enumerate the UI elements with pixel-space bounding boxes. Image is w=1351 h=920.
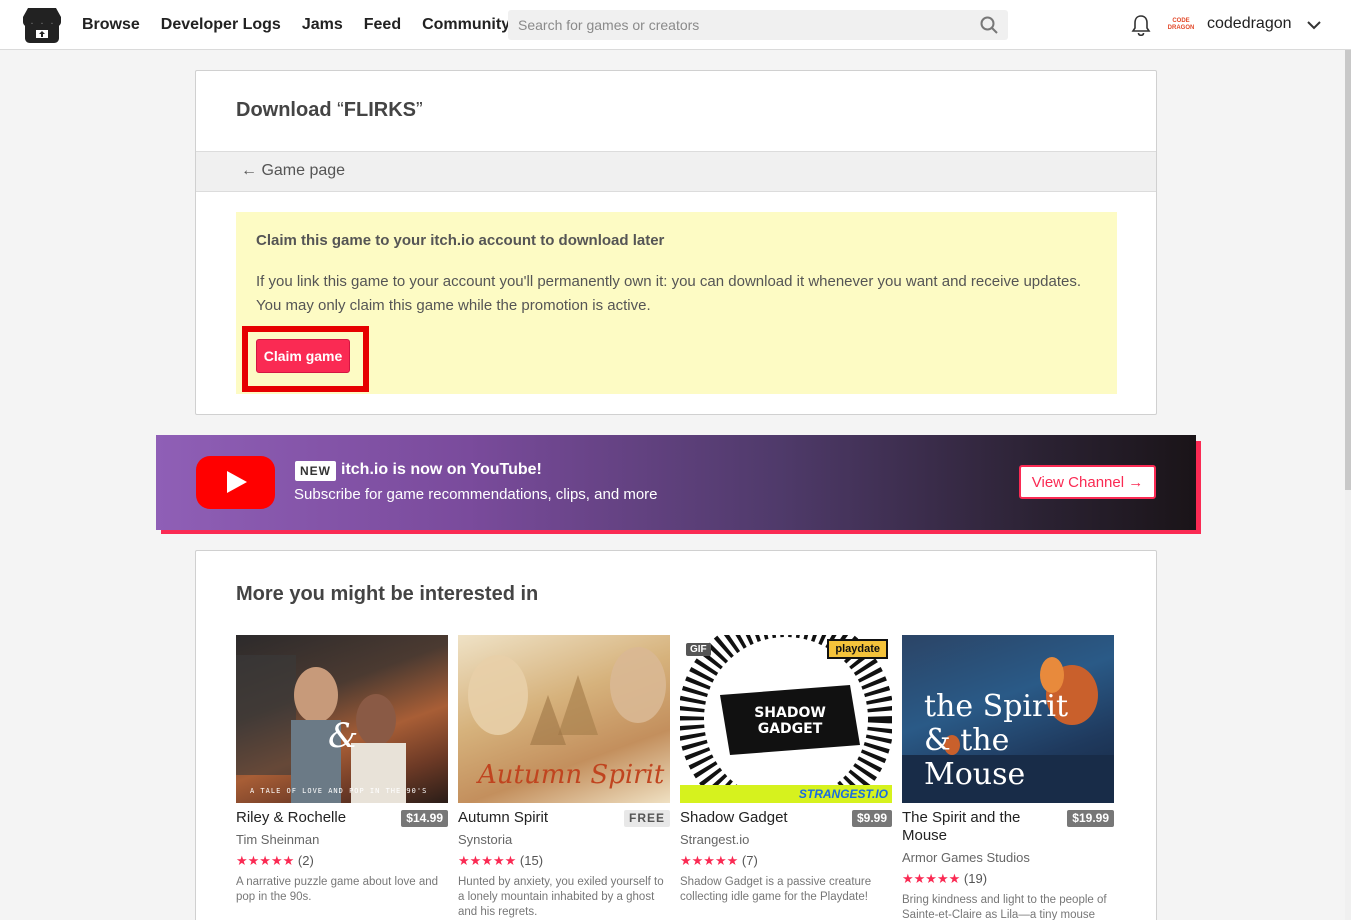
game-title[interactable]: Shadow Gadget [680,809,835,827]
view-channel-button[interactable]: View Channel → [1019,465,1156,499]
rating-count: (15) [519,853,544,868]
game-title[interactable]: The Spirit and the Mouse [902,809,1057,845]
thumbnail-caption: the Spirit & the Mouse [924,689,1069,792]
banner-title: itch.io is now on YouTube! [341,461,542,478]
rating-stars-icon: ★★★★★ [902,871,961,886]
game-description: Shadow Gadget is a passive creature coll… [680,876,872,903]
search-input[interactable] [508,10,968,40]
game-author[interactable]: Armor Games Studios [902,850,1030,865]
claim-notice: Claim this game to your itch.io account … [236,212,1117,394]
game-page-link[interactable]: ← Game page [241,162,345,180]
game-cell[interactable]: & A TALE OF LOVE AND POP IN THE 90'S Ril… [236,635,448,903]
game-author[interactable]: Tim Sheinman [236,832,319,847]
rating-count: (2) [297,853,314,868]
publisher-footer: STRANGEST.IO [798,787,888,801]
game-cell[interactable]: the Spirit & the Mouse The Spirit and th… [902,635,1114,920]
main-nav: Browse Developer Logs Jams Feed Communit… [82,0,531,50]
svg-text:&: & [328,716,358,756]
nav-developer-logs[interactable]: Developer Logs [161,16,281,34]
youtube-banner[interactable]: NEW itch.io is now on YouTube! Subscribe… [156,435,1196,530]
gif-badge: GIF [686,643,711,656]
game-description: A narrative puzzle game about love and p… [236,876,439,903]
game-page-bar: ← Game page [196,151,1156,192]
user-avatar[interactable]: CODE DRAGON [1167,12,1195,38]
nav-feed[interactable]: Feed [364,16,401,34]
thumbnail-caption: Autumn Spirit [478,760,665,790]
open-quote: “ [337,99,344,121]
itch-logo-icon[interactable] [22,6,62,44]
download-card: Download “FLIRKS” ← Game page Claim this… [195,70,1157,415]
rating-stars-icon: ★★★★★ [458,853,517,868]
thumbnail-art: & [236,655,406,803]
title-prefix: Download [236,99,338,121]
game-thumbnail[interactable]: Autumn Spirit [458,635,670,803]
game-rating: ★★★★★ (2) [236,853,314,869]
game-rating: ★★★★★ (19) [902,871,987,887]
game-author[interactable]: Strangest.io [680,832,749,847]
price-badge: $19.99 [1067,810,1114,827]
game-rating: ★★★★★ (15) [458,853,543,869]
game-cell[interactable]: Autumn Spirit Autumn Spirit FREE Synstor… [458,635,670,918]
username-label[interactable]: codedragon [1207,15,1292,33]
game-title[interactable]: Autumn Spirit [458,809,613,827]
close-quote: ” [416,99,423,121]
price-badge: $9.99 [851,810,892,827]
claim-heading: Claim this game to your itch.io account … [256,232,665,249]
claim-game-button[interactable]: Claim game [256,339,350,373]
search-icon[interactable] [980,16,998,34]
youtube-logo-icon [196,456,275,509]
thumbnail-caption: SHADOW GADGET [754,705,826,737]
notifications-bell-icon[interactable] [1130,14,1152,36]
game-description: Bring kindness and light to the people o… [902,894,1107,920]
game-thumbnail[interactable]: SHADOW GADGET GIF playdate STRANGEST.IO [680,635,892,803]
chevron-down-icon[interactable] [1305,16,1323,34]
recommendations-heading: More you might be interested in [236,583,539,605]
banner-subtitle: Subscribe for game recommendations, clip… [294,486,658,503]
top-navigation-bar: Browse Developer Logs Jams Feed Communit… [0,0,1351,50]
game-thumbnail[interactable]: & A TALE OF LOVE AND POP IN THE 90'S [236,635,448,803]
page-title: Download “FLIRKS” [236,99,423,122]
game-description: Hunted by anxiety, you exiled yourself t… [458,876,664,918]
search-box [508,10,1008,40]
scrollbar-thumb[interactable] [1345,50,1351,490]
rating-count: (7) [741,853,758,868]
playdate-badge: playdate [827,639,888,659]
price-badge: FREE [623,810,670,827]
game-thumbnail[interactable]: the Spirit & the Mouse [902,635,1114,803]
recommendations-card: More you might be interested in & A TALE… [195,550,1157,920]
claim-description: If you link this game to your account yo… [256,273,1081,314]
game-title[interactable]: Riley & Rochelle [236,809,391,827]
rating-stars-icon: ★★★★★ [680,853,739,868]
price-badge: $14.99 [401,810,448,827]
game-author[interactable]: Synstoria [458,832,512,847]
nav-jams[interactable]: Jams [302,16,343,34]
rating-stars-icon: ★★★★★ [236,853,295,868]
nav-community[interactable]: Community [422,16,510,34]
rating-count: (19) [963,871,988,886]
new-badge: NEW [295,461,336,481]
game-rating: ★★★★★ (7) [680,853,758,869]
game-cell[interactable]: SHADOW GADGET GIF playdate STRANGEST.IO … [680,635,892,903]
nav-browse[interactable]: Browse [82,16,140,34]
game-name: FLIRKS [343,99,416,121]
thumbnail-caption: A TALE OF LOVE AND POP IN THE 90'S [250,787,428,795]
